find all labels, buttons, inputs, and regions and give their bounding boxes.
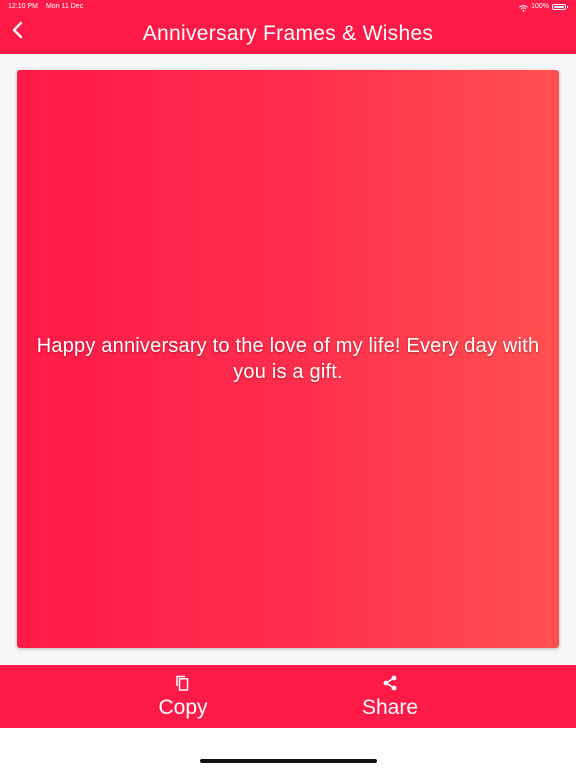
app-screen: 12:10 PM Mon 11 Dec 100% Anniversary Fram… [0,0,576,768]
copy-label: Copy [158,696,208,719]
status-left: 12:10 PM Mon 11 Dec [8,0,83,14]
status-right: 100% [519,0,568,14]
wish-message: Happy anniversary to the love of my life… [36,335,540,383]
wish-card: Happy anniversary to the love of my life… [17,70,559,648]
page-title: Anniversary Frames & Wishes [142,22,434,45]
action-bar: Copy Share [0,665,576,728]
share-icon [381,674,399,692]
battery-percentage: 100% [531,3,549,10]
copy-button[interactable]: Copy [123,665,243,728]
share-button[interactable]: Share [330,665,450,728]
copy-icon [174,674,192,692]
home-indicator[interactable] [200,759,377,763]
share-label: Share [361,696,419,719]
status-time: 12:10 PM [8,3,38,10]
status-bar: 12:10 PM Mon 11 Dec 100% [0,0,576,14]
status-date: Mon 11 Dec [45,3,84,10]
home-indicator-area [0,728,576,768]
battery-icon [552,4,568,10]
wifi-icon [519,4,528,12]
app-bar: Anniversary Frames & Wishes [0,14,576,54]
